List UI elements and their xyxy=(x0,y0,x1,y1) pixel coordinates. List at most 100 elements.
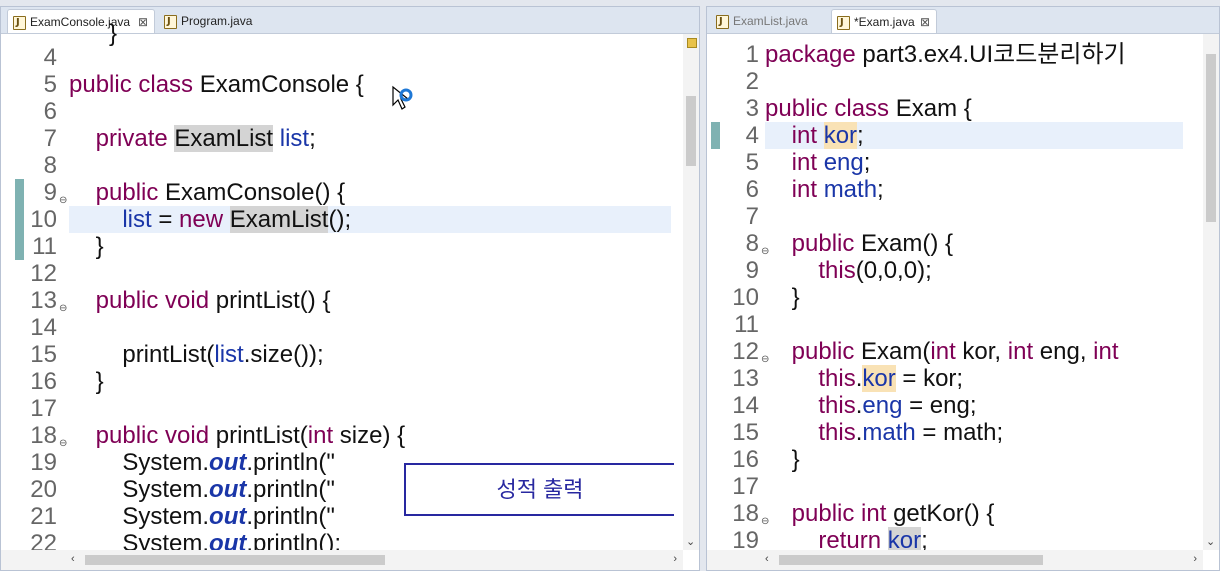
code-line[interactable]: 13 ⊖ public void printList() { xyxy=(1,287,699,314)
code-token: .size()); xyxy=(243,341,324,368)
tab-examlist[interactable]: ExamList.java xyxy=(711,9,829,34)
scroll-thumb[interactable] xyxy=(686,96,696,166)
tab-program[interactable]: Program.java xyxy=(159,9,269,34)
code-text: } xyxy=(765,284,800,311)
code-token: .println(" xyxy=(246,503,335,530)
line-number: 14 xyxy=(732,392,759,419)
code-text: printList(list.size()); xyxy=(69,341,324,368)
scroll-down-icon[interactable]: ⌄ xyxy=(686,535,695,548)
code-text: this.kor = kor; xyxy=(765,365,963,392)
scroll-thumb[interactable] xyxy=(779,555,1043,565)
code-line[interactable]: 7 xyxy=(707,203,1219,230)
horizontal-scrollbar[interactable]: ‹ › xyxy=(707,550,1203,570)
scroll-right-icon[interactable]: › xyxy=(1193,553,1197,565)
code-line[interactable]: 7 private ExamList list; xyxy=(1,125,699,152)
code-line[interactable]: 9 ⊖ public ExamConsole() { xyxy=(1,179,699,206)
mouse-pointer-icon xyxy=(392,85,413,110)
code-line[interactable]: 11 } xyxy=(1,233,699,260)
code-line[interactable]: 18 ⊖ public void printList(int size) { xyxy=(1,422,699,449)
horizontal-scrollbar[interactable]: ‹ › xyxy=(1,550,683,570)
line-number: 18 xyxy=(732,500,759,527)
code-line[interactable]: 10 } xyxy=(707,284,1219,311)
line-number: 18 xyxy=(30,422,57,449)
line-number: 8 xyxy=(43,152,57,179)
code-text: this.math = math; xyxy=(765,419,1003,446)
code-editor[interactable]: } 4 5 public class ExamConsole {6 7 private… xyxy=(1,20,699,570)
code-line[interactable]: 15 this.math = math; xyxy=(707,419,1219,446)
line-number: 11 xyxy=(32,233,57,260)
code-line[interactable]: 4 xyxy=(1,44,699,71)
code-token: .println(" xyxy=(246,476,335,503)
code-text: System.out.println(" xyxy=(69,503,335,530)
vertical-scrollbar[interactable]: ⌄ xyxy=(683,34,699,550)
scroll-left-icon[interactable]: ‹ xyxy=(71,553,75,565)
code-text: list = new ExamList(); xyxy=(69,206,351,233)
scroll-down-icon[interactable]: ⌄ xyxy=(1206,535,1215,548)
tab-examconsole[interactable]: ExamConsole.java ⊠ xyxy=(7,9,155,35)
code-line[interactable]: 8 ⊖ public Exam() { xyxy=(707,230,1219,257)
code-line[interactable]: 6 int math; xyxy=(707,176,1219,203)
line-number: 6 xyxy=(745,176,759,203)
line-number: 14 xyxy=(30,314,57,341)
line-number: 21 xyxy=(30,503,57,530)
close-tab-icon[interactable]: ⊠ xyxy=(920,10,930,34)
line-number: 17 xyxy=(30,395,57,422)
code-token: ExamList xyxy=(229,206,329,233)
code-line[interactable]: 14 this.eng = eng; xyxy=(707,392,1219,419)
code-token: eng xyxy=(862,392,903,419)
line-number: 8 xyxy=(745,230,759,257)
line-number: 10 xyxy=(30,206,57,233)
code-line[interactable]: 10 list = new ExamList(); xyxy=(1,206,699,233)
code-line[interactable]: 17 xyxy=(707,473,1219,500)
code-text: } xyxy=(765,446,800,473)
line-number: 13 xyxy=(732,365,759,392)
code-line[interactable]: 15 printList(list.size()); xyxy=(1,341,699,368)
code-line[interactable]: 18 ⊖ public int getKor() { xyxy=(707,500,1219,527)
code-line[interactable]: 17 xyxy=(1,395,699,422)
code-line[interactable]: 5 public class ExamConsole { xyxy=(1,71,699,98)
code-line[interactable]: 4 int kor; xyxy=(707,122,1219,149)
code-token: package xyxy=(765,41,863,68)
code-line[interactable]: 9 this(0,0,0); xyxy=(707,257,1219,284)
code-line[interactable]: 11 xyxy=(707,311,1219,338)
code-token: public xyxy=(791,230,862,257)
code-line[interactable]: 2 xyxy=(707,68,1219,95)
code-line[interactable]: 16 } xyxy=(707,446,1219,473)
code-editor[interactable]: 1 package part3.ex4.UI코드분리하기 2 3 public clas… xyxy=(707,34,1219,570)
code-line[interactable]: 12 xyxy=(1,260,699,287)
code-line[interactable]: 12 ⊖ public Exam(int kor, int eng, int xyxy=(707,338,1219,365)
code-text: int kor; xyxy=(765,122,864,149)
code-text: public ExamConsole() { xyxy=(69,179,345,206)
code-token: eng xyxy=(823,149,864,176)
java-file-icon xyxy=(837,11,850,35)
code-line[interactable]: 5 int eng; xyxy=(707,149,1219,176)
line-number: 12 xyxy=(732,338,759,365)
code-text: package part3.ex4.UI코드분리하기 xyxy=(765,41,1126,68)
code-line[interactable]: 6 xyxy=(1,98,699,125)
vertical-scrollbar[interactable]: ⌄ xyxy=(1203,34,1219,550)
close-tab-icon[interactable]: ⊠ xyxy=(138,10,148,34)
code-token: list xyxy=(122,206,152,233)
code-token: = xyxy=(151,206,180,233)
code-line[interactable]: 1 package part3.ex4.UI코드분리하기 xyxy=(707,41,1219,68)
code-line[interactable]: 14 xyxy=(1,314,699,341)
line-number: 15 xyxy=(732,419,759,446)
scroll-thumb[interactable] xyxy=(85,555,385,565)
scroll-left-icon[interactable]: ‹ xyxy=(765,553,769,565)
code-token: out xyxy=(209,449,247,476)
code-token: printList( xyxy=(215,422,308,449)
code-token: kor xyxy=(862,365,896,392)
line-number: 5 xyxy=(43,71,57,98)
tab-exam[interactable]: *Exam.java ⊠ xyxy=(831,9,937,35)
code-line[interactable]: 16 } xyxy=(1,368,699,395)
code-line[interactable]: 3 public class Exam { xyxy=(707,95,1219,122)
scroll-thumb[interactable] xyxy=(1206,54,1216,222)
code-token: private xyxy=(95,125,175,152)
scroll-right-icon[interactable]: › xyxy=(673,553,677,565)
code-token: kor, xyxy=(962,338,1008,365)
code-line[interactable]: 13 this.kor = kor; xyxy=(707,365,1219,392)
code-line[interactable]: 8 xyxy=(1,152,699,179)
